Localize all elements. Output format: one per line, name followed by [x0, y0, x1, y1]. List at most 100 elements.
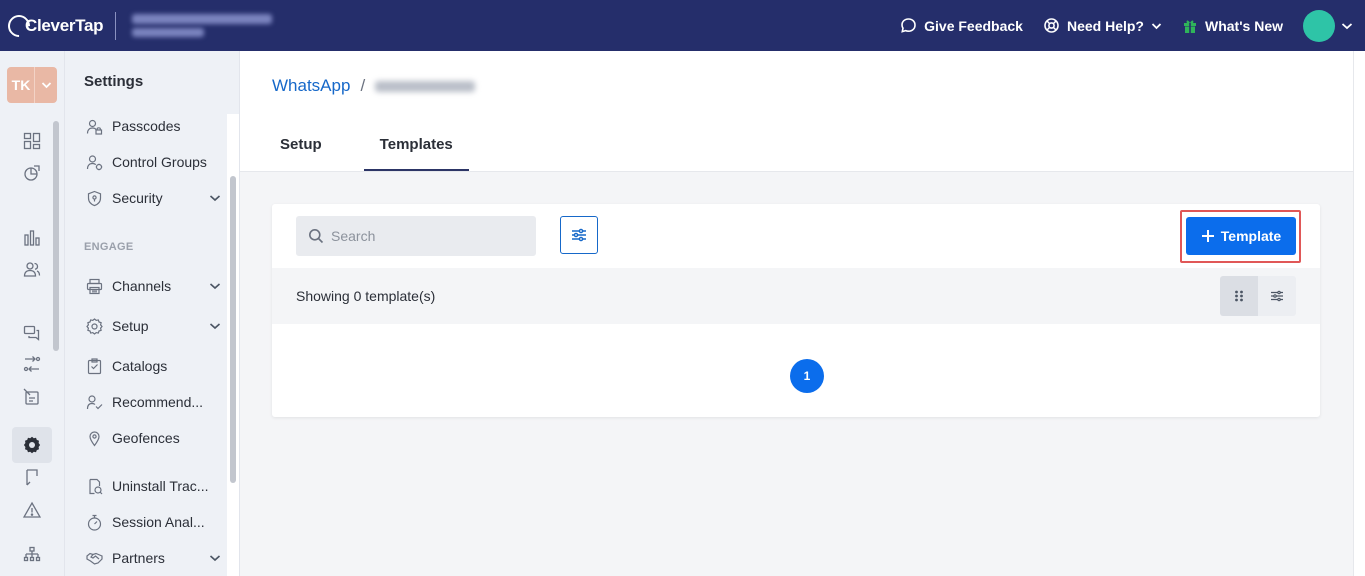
settings-item-session-analytics[interactable]: Session Anal... — [85, 513, 215, 531]
need-help-menu[interactable]: Need Help? — [1043, 17, 1162, 34]
settings-item-label: Passcodes — [112, 118, 181, 134]
settings-item-label: Control Groups — [112, 154, 207, 170]
users-icon[interactable] — [22, 259, 42, 279]
settings-item-catalogs[interactable]: Catalogs — [85, 357, 215, 375]
settings-item-uninstall-tracking[interactable]: Uninstall Trac... — [85, 477, 215, 495]
chevron-down-icon — [209, 555, 221, 562]
search-input[interactable] — [331, 228, 531, 244]
need-help-label: Need Help? — [1066, 17, 1144, 34]
gear-icon — [85, 317, 103, 335]
gift-icon — [1183, 20, 1196, 33]
search-icon — [309, 229, 324, 244]
settings-item-label: Session Anal... — [112, 514, 205, 530]
filter-button[interactable] — [560, 216, 598, 254]
main-content: WhatsApp / Setup Templates Template Show… — [240, 51, 1353, 576]
account-switcher[interactable] — [132, 14, 273, 37]
settings-item-label: Recommend... — [112, 394, 204, 410]
journeys-icon[interactable] — [22, 354, 42, 374]
settings-item-partners[interactable]: Partners — [85, 549, 221, 567]
grid-view-button[interactable] — [1220, 276, 1258, 316]
channels-icon — [85, 277, 103, 295]
chevron-down-icon[interactable] — [1341, 22, 1353, 30]
topbar-divider — [115, 11, 117, 40]
results-count: Showing 0 template(s) — [296, 288, 436, 304]
give-feedback-button[interactable]: Give Feedback — [900, 17, 1023, 34]
sliders-icon — [572, 228, 586, 242]
chevron-down-icon — [209, 195, 221, 202]
chevron-down-icon — [209, 283, 221, 290]
chat-bubble-icon — [901, 18, 916, 33]
settings-gear-icon[interactable] — [22, 435, 42, 455]
org-hierarchy-icon[interactable] — [22, 545, 42, 565]
whats-new-label: What's New — [1204, 17, 1283, 34]
tab-bar: Setup Templates — [272, 121, 469, 171]
messages-icon[interactable] — [22, 323, 42, 343]
account-name-redacted — [132, 14, 273, 24]
clevertap-logo[interactable]: CleverTap — [3, 9, 104, 42]
results-bar: Showing 0 template(s) — [272, 268, 1320, 324]
bookmark-icon[interactable] — [22, 467, 42, 487]
settings-panel: Settings Passcodes Control Groups Securi… — [65, 51, 240, 576]
lifebuoy-icon — [1044, 18, 1059, 33]
analytics-icon[interactable] — [22, 163, 42, 183]
recommend-icon — [85, 393, 103, 411]
grid-dots-icon — [1235, 290, 1243, 302]
breadcrumb-whatsapp-link[interactable]: WhatsApp — [272, 76, 350, 96]
settings-scrollbar[interactable] — [230, 176, 236, 483]
handshake-icon — [85, 549, 103, 567]
breadcrumb-separator: / — [360, 76, 366, 95]
view-toggle — [1220, 276, 1296, 316]
add-template-button[interactable]: Template — [1186, 217, 1296, 255]
settings-item-recommendations[interactable]: Recommend... — [85, 393, 215, 411]
breadcrumb-account-redacted — [375, 80, 476, 92]
settings-item-security[interactable]: Security — [85, 189, 221, 207]
settings-item-geofences[interactable]: Geofences — [85, 429, 215, 447]
topbar-actions: Give Feedback Need Help? What's New — [900, 9, 1365, 42]
breadcrumb: WhatsApp / — [272, 76, 476, 96]
top-bar: CleverTap Give Feedback Need Help? What'… — [0, 0, 1365, 51]
give-feedback-label: Give Feedback — [924, 17, 1023, 34]
account-initials: TK — [11, 77, 31, 93]
pagination-page-1[interactable]: 1 — [790, 359, 824, 393]
warning-icon[interactable] — [22, 500, 42, 520]
settings-item-label: Channels — [112, 278, 172, 294]
sliders-icon — [1271, 290, 1283, 302]
settings-title: Settings — [84, 73, 144, 90]
list-view-button[interactable] — [1258, 276, 1296, 316]
user-avatar[interactable] — [1303, 9, 1335, 42]
dashboard-icon[interactable] — [22, 131, 42, 151]
settings-item-setup[interactable]: Setup — [85, 317, 221, 335]
location-pin-icon — [85, 429, 103, 447]
settings-item-label: Geofences — [112, 430, 180, 446]
add-template-label: Template — [1220, 228, 1282, 244]
settings-item-channels[interactable]: Channels — [85, 277, 221, 295]
icon-rail: TK — [0, 51, 65, 576]
bar-chart-icon[interactable] — [22, 228, 42, 248]
uninstall-icon — [85, 477, 103, 495]
add-template-highlight: Template — [1180, 210, 1301, 263]
settings-item-label: Uninstall Trac... — [112, 478, 209, 494]
stopwatch-icon — [85, 513, 103, 531]
settings-item-label: Security — [112, 190, 163, 206]
templates-card: Template Showing 0 template(s) 1 — [272, 204, 1320, 417]
settings-item-label: Partners — [112, 550, 165, 566]
control-groups-icon — [85, 153, 103, 171]
account-id-redacted — [132, 28, 205, 37]
settings-item-passcodes[interactable]: Passcodes — [85, 117, 215, 135]
settings-item-control-groups[interactable]: Control Groups — [85, 153, 215, 171]
campaign-report-icon[interactable] — [22, 387, 42, 407]
rail-scrollbar[interactable] — [53, 121, 59, 351]
tab-templates[interactable]: Templates — [363, 121, 469, 171]
search-box[interactable] — [296, 216, 536, 256]
page-scroll-track — [1353, 51, 1365, 576]
account-avatar-switcher[interactable]: TK — [7, 67, 57, 103]
passcode-icon — [85, 117, 103, 135]
settings-item-label: Setup — [112, 318, 149, 334]
page-header: WhatsApp / Setup Templates — [240, 51, 1353, 172]
tab-setup[interactable]: Setup — [272, 121, 330, 171]
plus-icon — [1201, 230, 1214, 242]
chevron-down-icon — [209, 323, 221, 330]
shield-icon — [85, 189, 103, 207]
settings-item-label: Catalogs — [112, 358, 168, 374]
whats-new-button[interactable]: What's New — [1182, 18, 1283, 34]
